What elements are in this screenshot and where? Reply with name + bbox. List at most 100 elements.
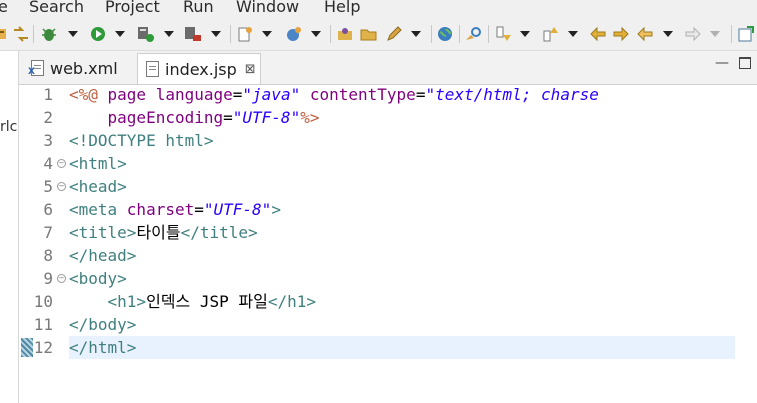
- line-number: 7: [43, 223, 53, 242]
- code-line[interactable]: </html>: [69, 336, 136, 359]
- tab-index-jsp[interactable]: index.jsp ⊠: [137, 53, 261, 84]
- globe-icon[interactable]: [437, 26, 453, 42]
- code-line[interactable]: <h1>인덱스 JSP 파일</h1>: [69, 290, 316, 313]
- code-token-attr: pageEncoding: [107, 108, 224, 127]
- pen-icon[interactable]: [385, 26, 403, 42]
- code-line[interactable]: </body>: [69, 313, 136, 336]
- new-type-dropdown-icon[interactable]: [311, 31, 321, 37]
- line-number: 8: [43, 246, 53, 265]
- code-editor[interactable]: 1 2 3 4−5−6 7 8 9−10 11 12 <%@ page language="ja…: [19, 85, 757, 403]
- toolbar-separator: [33, 25, 34, 43]
- pen-dropdown-icon[interactable]: [411, 31, 421, 37]
- project-explorer-fragment[interactable]: rlc: [0, 119, 17, 135]
- line-number: 11: [33, 315, 53, 334]
- toolbar-separator: [459, 25, 460, 43]
- editor-tab-bar: X web.xml index.jsp ⊠ —: [19, 51, 757, 85]
- toolbar-separator: [230, 25, 231, 43]
- line-number: 5: [43, 177, 53, 196]
- code-line[interactable]: pageEncoding="UTF-8"%>: [69, 106, 320, 129]
- run-dropdown-icon[interactable]: [115, 31, 125, 37]
- code-token-attr: contentType: [309, 85, 416, 104]
- prev-annotation-icon[interactable]: [541, 26, 559, 42]
- back-icon[interactable]: [636, 26, 654, 42]
- prev-annotation-dropdown-icon[interactable]: [568, 31, 578, 37]
- code-line[interactable]: <%@ page language="java" contentType="te…: [69, 83, 599, 106]
- back-dropdown-icon[interactable]: [663, 31, 673, 37]
- code-token-tag: <body>: [69, 269, 127, 288]
- tab-web-xml[interactable]: X web.xml: [23, 53, 135, 83]
- toolbar-separator: [431, 25, 432, 43]
- close-icon[interactable]: ⊠: [245, 62, 256, 77]
- line-number: 6: [43, 200, 53, 219]
- code-line[interactable]: <body>: [69, 267, 127, 290]
- code-line[interactable]: <meta charset="UTF-8">: [69, 198, 281, 221]
- code-line[interactable]: <html>: [69, 152, 127, 175]
- code-line[interactable]: <title>타이틀</title>: [69, 221, 258, 244]
- xml-file-icon: X: [28, 60, 44, 77]
- last-edit-forward-icon[interactable]: [612, 26, 630, 42]
- open-folder-icon[interactable]: [360, 26, 378, 42]
- current-line-marker-icon: [21, 338, 33, 357]
- server-icon[interactable]: [137, 26, 155, 42]
- debug-icon[interactable]: [40, 26, 58, 42]
- maximize-icon[interactable]: [739, 57, 751, 69]
- code-token-tag: <head>: [69, 177, 127, 196]
- code-line[interactable]: <!DOCTYPE html>: [69, 129, 214, 152]
- minimize-icon[interactable]: —: [715, 55, 729, 71]
- new-type-icon[interactable]: [285, 26, 303, 42]
- toolbar-separator: [330, 25, 331, 43]
- code-token-txt: 타이틀: [136, 223, 181, 242]
- code-token-str: "UTF-8": [232, 108, 301, 127]
- menu-file-fragment[interactable]: e: [0, 0, 8, 16]
- forward-dropdown-icon[interactable]: [710, 31, 720, 37]
- code-token-str: "UTF-8": [203, 200, 272, 219]
- last-edit-icon[interactable]: [589, 26, 607, 42]
- main-toolbar: [0, 18, 757, 51]
- line-number: 3: [43, 131, 53, 150]
- menu-project[interactable]: Project: [105, 0, 160, 16]
- line-number-gutter: 1 2 3 4−5−6 7 8 9−10 11 12: [19, 85, 67, 403]
- new-file-dropdown-icon[interactable]: [262, 31, 272, 37]
- menu-run[interactable]: Run: [183, 0, 214, 16]
- fold-toggle-icon[interactable]: −: [57, 159, 66, 168]
- code-token-jsp: %>: [300, 108, 320, 127]
- debug-dropdown-icon[interactable]: [68, 31, 78, 37]
- toolbar-separator: [488, 25, 489, 43]
- line-number: 9: [43, 269, 53, 288]
- next-annotation-icon[interactable]: [494, 26, 512, 42]
- server-dropdown-icon[interactable]: [164, 31, 174, 37]
- code-line[interactable]: <head>: [69, 175, 127, 198]
- code-token-str: "text/html; charse: [425, 85, 599, 104]
- code-token-txt: =: [232, 85, 243, 104]
- fold-toggle-icon[interactable]: −: [57, 182, 66, 191]
- code-token-attr: language: [155, 85, 233, 104]
- menu-search[interactable]: Search: [29, 0, 84, 16]
- next-annotation-dropdown-icon[interactable]: [520, 31, 530, 37]
- format-icon[interactable]: [0, 26, 8, 42]
- line-number: 4: [43, 154, 53, 173]
- line-number: 10: [33, 292, 53, 311]
- run-icon[interactable]: [90, 26, 106, 42]
- new-file-icon[interactable]: [236, 26, 254, 42]
- line-number: 1: [43, 85, 53, 104]
- compare-icon[interactable]: [12, 26, 30, 42]
- menu-help[interactable]: Help: [324, 0, 360, 16]
- code-token-tag: </h1>: [267, 292, 316, 311]
- search-edit-icon[interactable]: [464, 26, 484, 42]
- code-token-tag: >: [271, 200, 281, 219]
- code-line[interactable]: </head>: [69, 244, 136, 267]
- pin-icon[interactable]: [738, 26, 756, 42]
- fold-toggle-icon[interactable]: −: [57, 274, 66, 283]
- menu-window[interactable]: Window: [236, 0, 299, 16]
- code-token-tag: <h1>: [107, 292, 147, 311]
- code-token-tag: </body>: [69, 315, 137, 334]
- code-token-tag: <meta: [69, 200, 127, 219]
- code-area[interactable]: <%@ page language="java" contentType="te…: [69, 85, 757, 403]
- forward-icon[interactable]: [684, 26, 702, 42]
- external-tools-dropdown-icon[interactable]: [211, 31, 221, 37]
- external-tools-icon[interactable]: [184, 26, 202, 42]
- open-project-icon[interactable]: [337, 26, 355, 42]
